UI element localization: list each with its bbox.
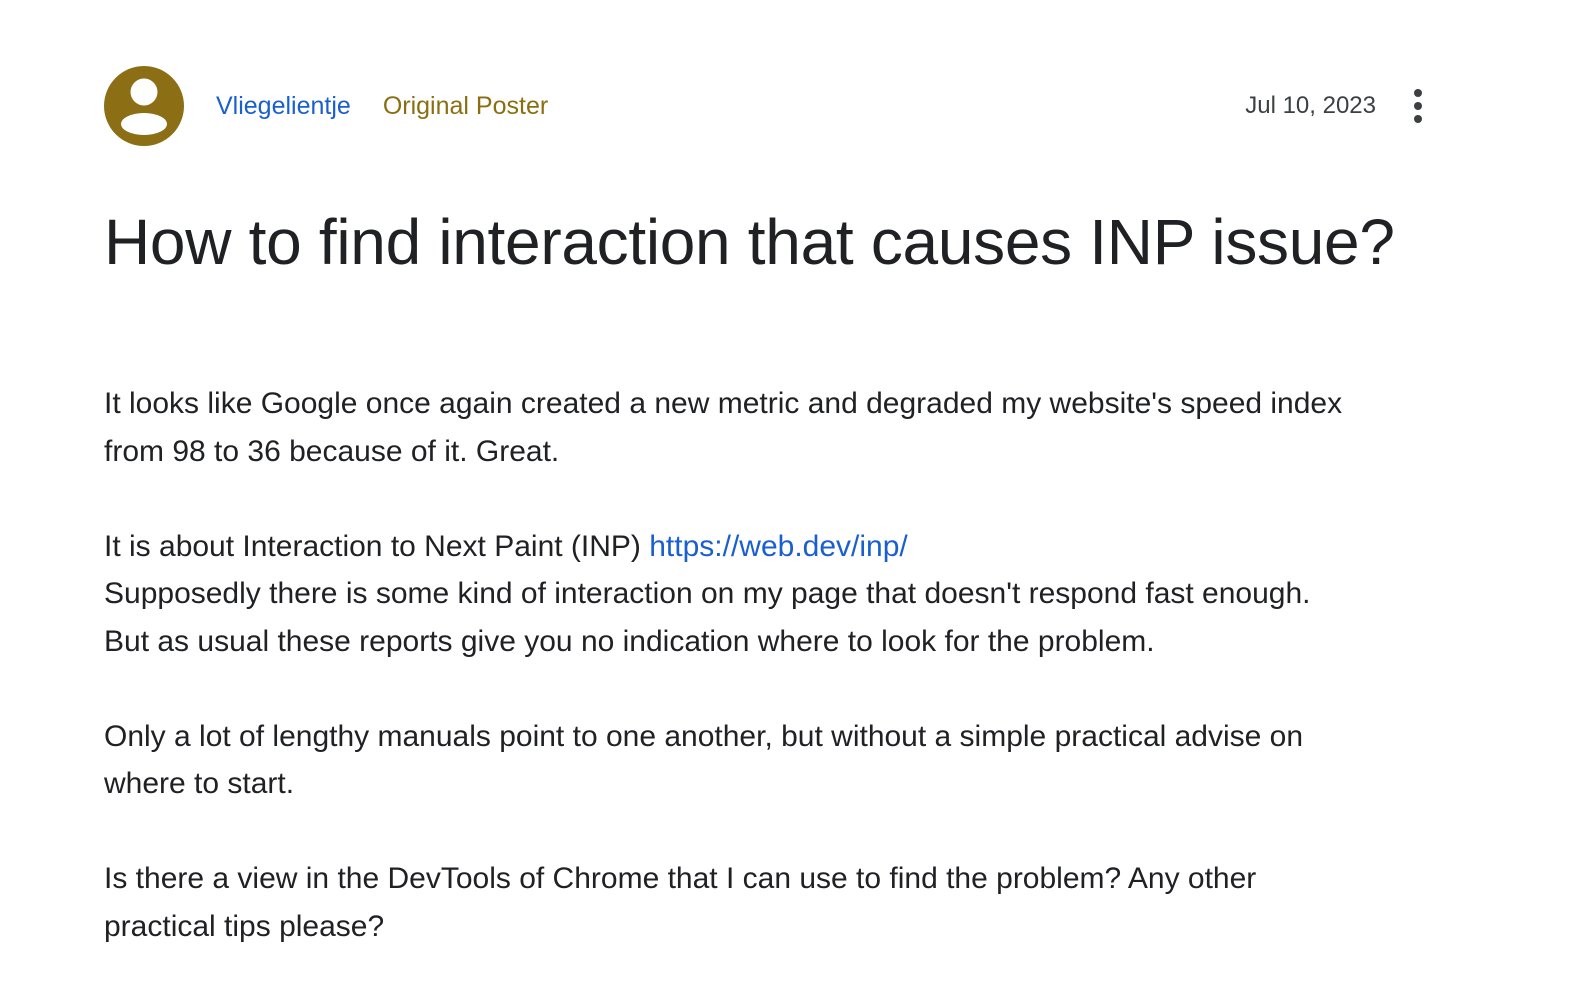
inp-link[interactable]: https://web.dev/inp/ (649, 530, 908, 563)
post-date: Jul 10, 2023 (1245, 92, 1376, 119)
person-icon (121, 78, 167, 135)
paragraph-3-line-2: where to start. (104, 767, 295, 800)
paragraph-1-line-1: It looks like Google once again created … (104, 387, 1343, 420)
paragraph-4: Is there a view in the DevTools of Chrom… (104, 855, 1484, 950)
avatar[interactable] (104, 66, 184, 146)
paragraph-1: It looks like Google once again created … (104, 380, 1484, 475)
more-options-button[interactable] (1398, 84, 1438, 128)
paragraph-1-line-2: from 98 to 36 because of it. Great. (104, 434, 560, 468)
post-title: How to find interaction that causes INP … (104, 206, 1395, 278)
more-vert-icon-dot (1414, 102, 1422, 110)
paragraph-4-line-2: practical tips please? (104, 909, 385, 943)
post: Vliegelientje Original Poster Jul 10, 20… (104, 66, 1484, 998)
more-vert-icon (1414, 89, 1422, 97)
post-body: It looks like Google once again created … (104, 380, 1484, 950)
author-name-link[interactable]: Vliegelientje (216, 92, 351, 121)
paragraph-2-line-2: Supposedly there is some kind of interac… (104, 577, 1311, 610)
paragraph-2-line-3: But as usual these reports give you no i… (104, 624, 1155, 658)
paragraph-3: Only a lot of lengthy manuals point to o… (104, 713, 1484, 808)
paragraph-4-line-1: Is there a view in the DevTools of Chrom… (104, 862, 1257, 895)
more-vert-icon-dot (1414, 115, 1422, 123)
paragraph-3-line-1: Only a lot of lengthy manuals point to o… (104, 719, 1304, 753)
original-poster-badge: Original Poster (382, 91, 549, 120)
paragraph-2: It is about Interaction to Next Paint (I… (104, 523, 1484, 666)
paragraph-2-prefix: It is about Interaction to Next Paint (I… (104, 529, 650, 563)
post-header: Vliegelientje Original Poster Jul 10, 20… (104, 66, 1484, 146)
